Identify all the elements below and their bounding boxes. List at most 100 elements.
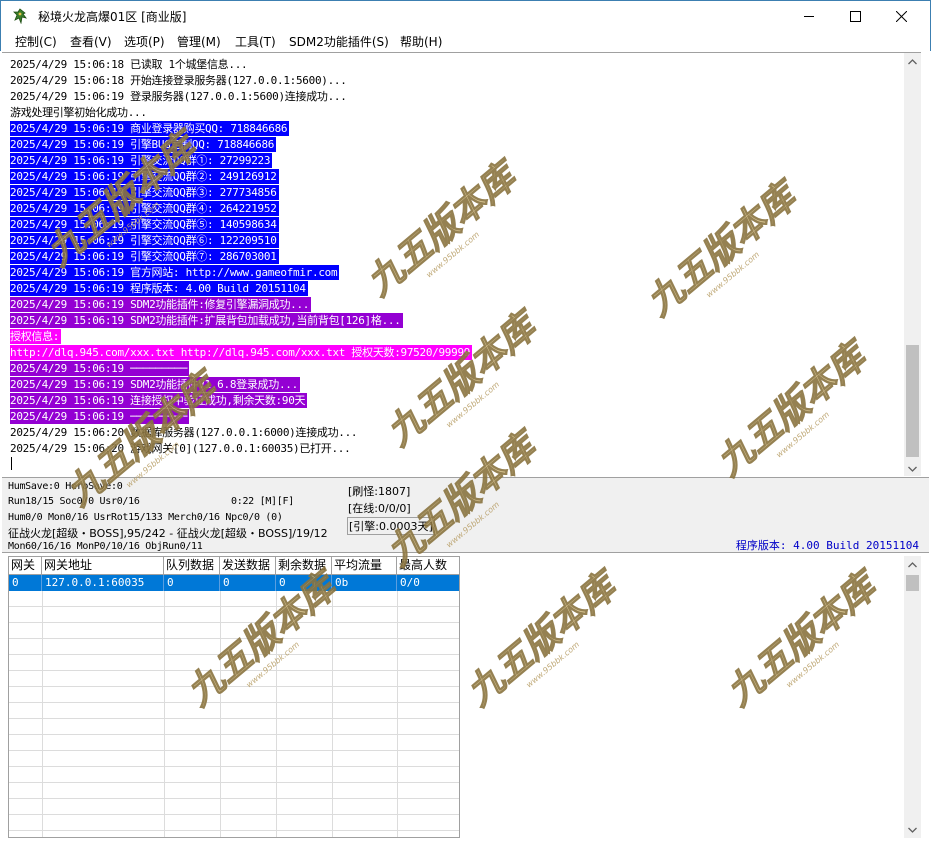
log-line-text: 2025/4/29 15:06:19 SDM2功能插件V1.6.8登录成功... [10, 377, 300, 392]
grid-column-line [220, 591, 221, 837]
menu-options[interactable]: 选项(P) [124, 33, 165, 50]
log-line-text: 2025/4/29 15:06:19 连接授权中验证成功,剩余天数:90天 [10, 393, 308, 408]
close-button[interactable] [878, 1, 924, 32]
minimize-icon [803, 11, 815, 22]
gate-table-header: 网关 网关地址 队列数据 发送数据 剩余数据 平均流量 最高人数 [9, 557, 459, 575]
log-line-text: 2025/4/29 15:06:19 引擎交流QQ群⑤: 140598634 [10, 217, 279, 232]
log-line-text: 2025/4/29 15:06:19 引擎交流QQ群②: 249126912 [10, 169, 279, 184]
empty-row [9, 687, 459, 703]
menu-sdm2-plugin[interactable]: SDM2功能插件(S) [289, 33, 389, 50]
minimize-button[interactable] [786, 1, 832, 32]
log-line: 2025/4/29 15:06:19 登录服务器(127.0.0.1:5600)… [10, 89, 347, 104]
status-online: [在线:0/0/0] [348, 502, 411, 515]
status-timer: 0:22 [M][F] [231, 496, 294, 507]
right-scrollbar[interactable] [904, 556, 921, 838]
log-line: 2025/4/29 15:06:19 ───────── [10, 409, 190, 424]
status-hum: Hum0/0 Mon0/16 UsrRot15/133 Merch0/16 Np… [8, 512, 283, 523]
right-scroll-thumb[interactable] [906, 575, 919, 591]
right-panel [460, 556, 921, 838]
empty-row [9, 767, 459, 783]
cell-avg-traffic: 0b [332, 575, 397, 591]
empty-row [9, 703, 459, 719]
log-line-text: 授权信息: [10, 329, 62, 344]
empty-row [9, 639, 459, 655]
log-line: 2025/4/29 15:06:19 商业登录器购买QQ: 718846686 [10, 121, 290, 136]
log-panel[interactable]: 2025/4/29 15:06:18 已读取 1个城堡信息... 2025/4/2… [2, 52, 921, 476]
table-row[interactable]: 0 127.0.0.1:60035 0 0 0 0b 0/0 [9, 575, 459, 591]
empty-row [9, 783, 459, 799]
log-line-text: 2025/4/29 15:06:18 开始连接登录服务器(127.0.0.1:5… [10, 74, 347, 87]
log-line-text: 2025/4/29 15:06:19 引擎BUG定制QQ: 718846686 [10, 137, 277, 152]
maximize-button[interactable] [832, 1, 878, 32]
log-line: 2025/4/29 15:06:19 连接授权中验证成功,剩余天数:90天 [10, 393, 308, 408]
log-line-text: 游戏处理引擎初始化成功... [10, 106, 147, 119]
menu-tools[interactable]: 工具(T) [235, 33, 276, 50]
log-line: 2025/4/29 15:06:19 SDM2功能插件:扩展背包加载成功,当前背… [10, 313, 403, 328]
menu-help[interactable]: 帮助(H) [400, 33, 442, 50]
status-panel: HumSave:0 HeroSave:0 Run18/15 Soc0/0 Usr… [2, 477, 929, 553]
empty-row [9, 799, 459, 815]
log-line-text: 2025/4/29 15:06:19 引擎交流QQ群①: 27299223 [10, 153, 273, 168]
cell-queue-data: 0 [164, 575, 220, 591]
log-line: 2025/4/29 15:06:19 引擎交流QQ群④: 264221952 [10, 201, 279, 216]
empty-row [9, 815, 459, 831]
empty-row [9, 719, 459, 735]
gate-table[interactable]: 网关 网关地址 队列数据 发送数据 剩余数据 平均流量 最高人数 0 127.0… [8, 556, 460, 838]
log-scrollbar[interactable] [904, 53, 921, 476]
log-line: 2025/4/29 15:06:20 游戏网关[0](127.0.0.1:600… [10, 441, 351, 456]
log-line: 2025/4/29 15:06:19 引擎交流QQ群③: 277734856 [10, 185, 279, 200]
empty-row [9, 607, 459, 623]
col-queue-data[interactable]: 队列数据 [164, 557, 220, 575]
log-line: 2025/4/29 15:06:19 程序版本: 4.00 Build 2015… [10, 281, 308, 296]
menu-manage[interactable]: 管理(M) [177, 33, 221, 50]
log-line: http://dlq.945.com/xxx.txt http://dlq.94… [10, 345, 473, 360]
empty-row [9, 671, 459, 687]
log-line: 2025/4/29 15:06:19 引擎BUG定制QQ: 718846686 [10, 137, 277, 152]
log-line: 2025/4/29 15:06:18 开始连接登录服务器(127.0.0.1:5… [10, 73, 347, 88]
col-max-users[interactable]: 最高人数 [397, 557, 459, 575]
status-run: Run18/15 Soc0/0 Usr0/16 [8, 496, 140, 507]
log-line-text: 2025/4/29 15:06:19 引擎交流QQ群⑥: 122209510 [10, 233, 279, 248]
log-line-text: 2025/4/29 15:06:19 官方网站: http://www.game… [10, 265, 340, 280]
status-map-boss: 征战火龙[超级・BOSS],95/242 - 征战火龙[超级・BOSS]/19/… [8, 527, 328, 540]
log-line-text: 2025/4/29 15:06:19 商业登录器购买QQ: 718846686 [10, 121, 290, 136]
log-line-text: 2025/4/29 15:06:19 程序版本: 4.00 Build 2015… [10, 281, 308, 296]
menu-bar: 控制(C) 查看(V) 选项(P) 管理(M) 工具(T) SDM2功能插件(S… [0, 31, 931, 51]
empty-row [9, 623, 459, 639]
log-scroll-thumb[interactable] [906, 345, 919, 457]
text-caret [11, 457, 12, 470]
cell-gate: 0 [9, 575, 42, 591]
log-line: 2025/4/29 15:06:20 数据库服务器(127.0.0.1:6000… [10, 425, 358, 440]
dragon-app-icon [12, 8, 28, 25]
menu-control[interactable]: 控制(C) [15, 33, 57, 50]
grid-column-line [164, 591, 165, 837]
col-send-data[interactable]: 发送数据 [220, 557, 276, 575]
log-line-text: 2025/4/29 15:06:19 引擎交流QQ群④: 264221952 [10, 201, 279, 216]
empty-row [9, 655, 459, 671]
scroll-down-arrow-icon[interactable] [904, 821, 921, 838]
log-line-text: http://dlq.945.com/xxx.txt http://dlq.94… [10, 345, 473, 360]
log-line-text: 2025/4/29 15:06:19 SDM2功能插件:修复引擎漏洞成功... [10, 297, 312, 312]
col-gate-address[interactable]: 网关地址 [42, 557, 164, 575]
col-remain-data[interactable]: 剩余数据 [276, 557, 332, 575]
cell-send-data: 0 [220, 575, 276, 591]
log-line-text: 2025/4/29 15:06:19 ───────── [10, 361, 190, 376]
empty-row [9, 831, 459, 837]
status-engine: [引擎:0.0003天] [347, 517, 435, 535]
menu-view[interactable]: 查看(V) [70, 33, 112, 50]
col-gate[interactable]: 网关 [9, 557, 42, 575]
log-line: 2025/4/29 15:06:19 引擎交流QQ群①: 27299223 [10, 153, 273, 168]
col-avg-traffic[interactable]: 平均流量 [332, 557, 397, 575]
status-save: HumSave:0 HeroSave:0 [8, 481, 123, 492]
maximize-icon [849, 11, 861, 22]
log-line: 2025/4/29 15:06:19 SDM2功能插件V1.6.8登录成功... [10, 377, 300, 392]
empty-row [9, 591, 459, 607]
scroll-up-arrow-icon[interactable] [904, 53, 921, 70]
scroll-up-arrow-icon[interactable] [904, 556, 921, 573]
status-mon: Mon60/16/16 MonP0/10/16 ObjRun0/11 [8, 541, 203, 552]
log-line: 授权信息: [10, 329, 62, 344]
log-line-text: 2025/4/29 15:06:18 已读取 1个城堡信息... [10, 58, 248, 71]
scroll-down-arrow-icon[interactable] [904, 460, 921, 476]
title-bar[interactable]: 秘境火龙高爆01区 [商业版] [0, 0, 931, 31]
log-line-text: 2025/4/29 15:06:19 引擎交流QQ群⑦: 286703001 [10, 249, 279, 264]
